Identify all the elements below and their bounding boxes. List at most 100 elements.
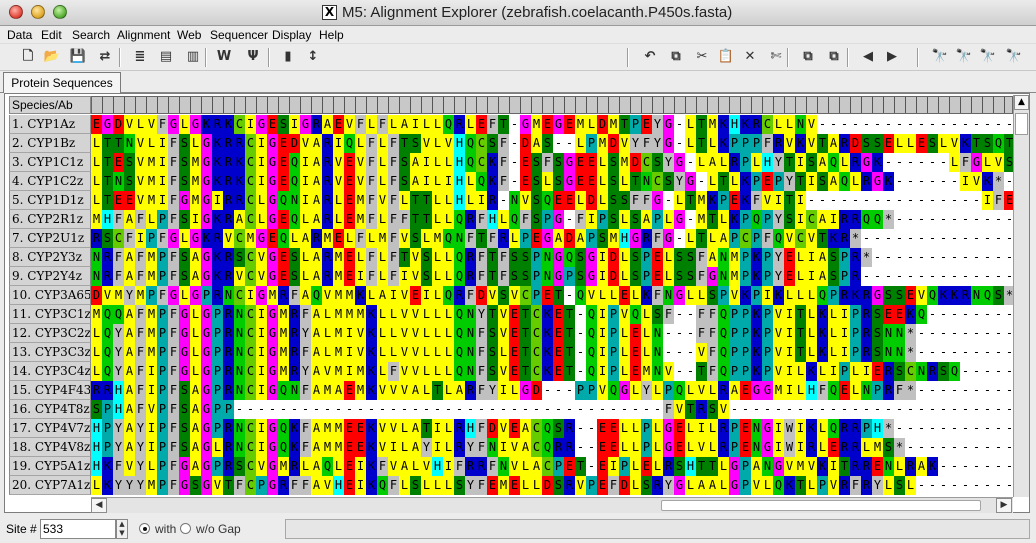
residue-cell[interactable]: G: [674, 476, 685, 495]
residue-cell[interactable]: E: [883, 134, 894, 153]
residue-cell[interactable]: I: [476, 191, 487, 210]
residue-cell[interactable]: -: [938, 381, 949, 400]
residue-cell[interactable]: S: [124, 172, 135, 191]
paste-block-icon[interactable]: ⧉: [798, 47, 818, 67]
residue-cell[interactable]: S: [608, 153, 619, 172]
residue-cell[interactable]: T: [113, 134, 124, 153]
residue-cell[interactable]: I: [344, 324, 355, 343]
residue-cell[interactable]: M: [267, 286, 278, 305]
residue-cell[interactable]: -: [509, 134, 520, 153]
residue-cell[interactable]: I: [256, 343, 267, 362]
residue-cell[interactable]: N: [883, 324, 894, 343]
residue-cell[interactable]: G: [872, 172, 883, 191]
residue-cell[interactable]: R: [289, 305, 300, 324]
residue-cell[interactable]: K: [740, 191, 751, 210]
residue-cell[interactable]: A: [311, 343, 322, 362]
residue-cell[interactable]: L: [443, 191, 454, 210]
residue-cell[interactable]: H: [454, 134, 465, 153]
residue-cell[interactable]: R: [773, 134, 784, 153]
residue-cell[interactable]: L: [443, 210, 454, 229]
residue-cell[interactable]: N: [465, 305, 476, 324]
residue-cell[interactable]: E: [564, 191, 575, 210]
residue-cell[interactable]: -: [982, 343, 993, 362]
residue-cell[interactable]: -: [916, 324, 927, 343]
residue-cell[interactable]: L: [806, 476, 817, 495]
residue-cell[interactable]: V: [751, 476, 762, 495]
residue-cell[interactable]: S: [179, 419, 190, 438]
residue-cell[interactable]: Q: [454, 343, 465, 362]
residue-cell[interactable]: A: [124, 248, 135, 267]
residue-cell[interactable]: S: [575, 267, 586, 286]
residue-cell[interactable]: V: [806, 115, 817, 134]
residue-cell[interactable]: S: [410, 134, 421, 153]
residue-cell[interactable]: G: [267, 191, 278, 210]
residue-cell[interactable]: L: [718, 476, 729, 495]
residue-cell[interactable]: Q: [311, 286, 322, 305]
residue-cell[interactable]: E: [674, 438, 685, 457]
residue-cell[interactable]: T: [102, 153, 113, 172]
residue-cell[interactable]: L: [762, 476, 773, 495]
residue-cell[interactable]: -: [916, 381, 927, 400]
residue-cell[interactable]: M: [91, 210, 102, 229]
residue-cell[interactable]: C: [245, 172, 256, 191]
residue-cell[interactable]: V: [146, 400, 157, 419]
residue-cell[interactable]: F: [135, 210, 146, 229]
residue-cell[interactable]: *: [883, 419, 894, 438]
residue-cell[interactable]: T: [520, 324, 531, 343]
residue-cell[interactable]: L: [630, 457, 641, 476]
residue-cell[interactable]: I: [597, 305, 608, 324]
residue-cell[interactable]: M: [333, 324, 344, 343]
residue-cell[interactable]: P: [641, 419, 652, 438]
residue-cell[interactable]: V: [135, 134, 146, 153]
residue-cell[interactable]: V: [619, 305, 630, 324]
residue-cell[interactable]: G: [201, 362, 212, 381]
residue-cell[interactable]: R: [641, 229, 652, 248]
residue-cell[interactable]: K: [817, 305, 828, 324]
residue-cell[interactable]: -: [564, 134, 575, 153]
sequence-row[interactable]: NRFAFMPFSAGKRSCVGESLARMELFLFTVSLLQRFTFSS…: [91, 248, 1013, 267]
residue-cell[interactable]: K: [366, 324, 377, 343]
residue-cell[interactable]: L: [366, 229, 377, 248]
residue-cell[interactable]: F: [476, 210, 487, 229]
residue-cell[interactable]: R: [322, 172, 333, 191]
residue-cell[interactable]: N: [762, 457, 773, 476]
residue-cell[interactable]: Q: [102, 305, 113, 324]
residue-cell[interactable]: -: [894, 191, 905, 210]
residue-cell[interactable]: K: [487, 153, 498, 172]
residue-cell[interactable]: I: [696, 419, 707, 438]
residue-cell[interactable]: L: [146, 457, 157, 476]
residue-cell[interactable]: F: [498, 267, 509, 286]
residue-cell[interactable]: E: [509, 324, 520, 343]
residue-cell[interactable]: C: [245, 457, 256, 476]
residue-cell[interactable]: G: [201, 381, 212, 400]
residue-cell[interactable]: -: [927, 115, 938, 134]
residue-cell[interactable]: -: [927, 172, 938, 191]
residue-cell[interactable]: A: [707, 248, 718, 267]
sequence-name[interactable]: 12. CYP3C2z: [9, 324, 91, 343]
residue-cell[interactable]: -: [971, 381, 982, 400]
residue-cell[interactable]: F: [388, 134, 399, 153]
residue-cell[interactable]: Y: [773, 210, 784, 229]
residue-cell[interactable]: F: [498, 248, 509, 267]
scroll-left-icon[interactable]: ◀: [91, 498, 107, 513]
residue-cell[interactable]: R: [883, 381, 894, 400]
residue-cell[interactable]: -: [982, 400, 993, 419]
residue-cell[interactable]: S: [179, 381, 190, 400]
residue-cell[interactable]: Y: [113, 476, 124, 495]
residue-cell[interactable]: L: [619, 419, 630, 438]
residue-cell[interactable]: R: [212, 115, 223, 134]
residue-cell[interactable]: I: [421, 153, 432, 172]
residue-cell[interactable]: L: [652, 419, 663, 438]
residue-cell[interactable]: R: [102, 248, 113, 267]
residue-cell[interactable]: F: [575, 210, 586, 229]
residue-cell[interactable]: F: [388, 229, 399, 248]
residue-cell[interactable]: E: [894, 305, 905, 324]
residue-cell[interactable]: L: [641, 324, 652, 343]
residue-cell[interactable]: P: [212, 324, 223, 343]
residue-cell[interactable]: -: [916, 419, 927, 438]
residue-cell[interactable]: C: [113, 229, 124, 248]
residue-cell[interactable]: L: [685, 476, 696, 495]
residue-cell[interactable]: Q: [454, 324, 465, 343]
residue-cell[interactable]: Q: [542, 191, 553, 210]
residue-cell[interactable]: E: [553, 362, 564, 381]
